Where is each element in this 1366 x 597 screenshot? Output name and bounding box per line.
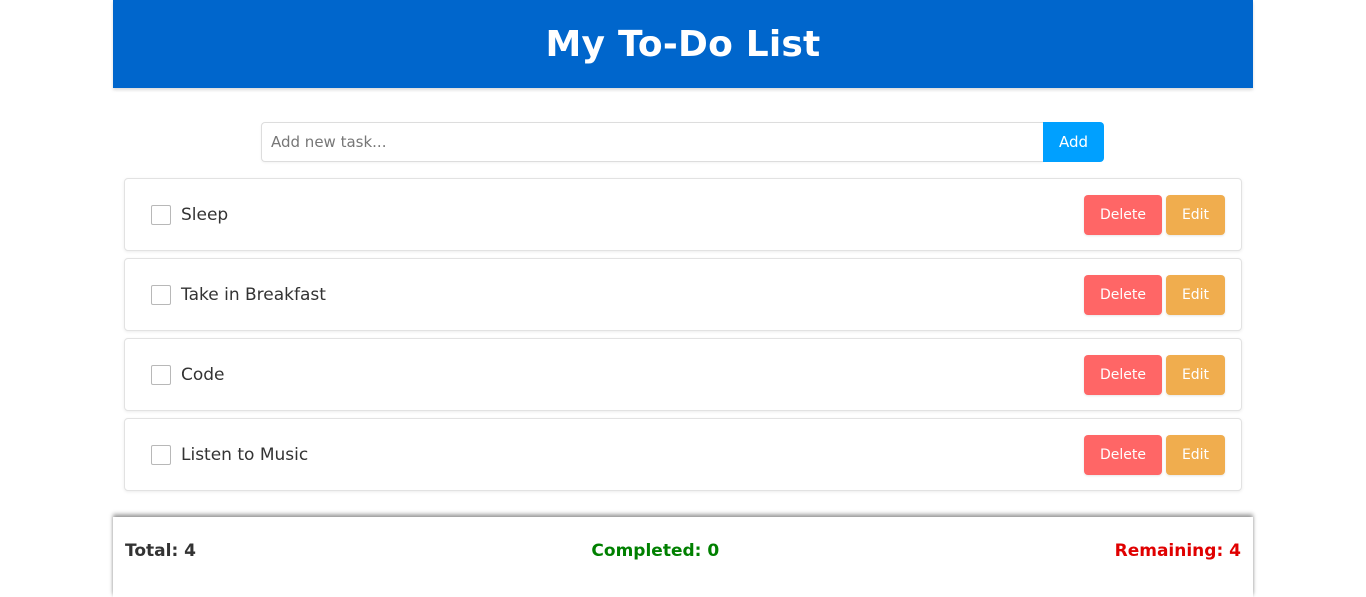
task-label: Sleep [181, 204, 229, 225]
task-list: Sleep Delete Edit Take in Breakfast Dele… [124, 178, 1242, 498]
task-label: Listen to Music [181, 444, 309, 465]
delete-task-button[interactable]: Delete [1084, 194, 1162, 235]
task-checkbox[interactable] [151, 364, 171, 385]
add-task-button[interactable]: Add [1043, 122, 1104, 162]
task-label: Take in Breakfast [181, 284, 326, 305]
task-item: Listen to Music Delete Edit [124, 418, 1242, 491]
task-checkbox[interactable] [151, 284, 171, 305]
page-title: My To-Do List [545, 23, 821, 65]
total-count: Total: 4 [125, 541, 196, 561]
task-checkbox[interactable] [151, 204, 171, 225]
edit-task-button[interactable]: Edit [1166, 354, 1225, 395]
todo-app: My To-Do List Add Sleep Delete Edit Take… [113, 0, 1253, 597]
task-label: Code [181, 364, 225, 385]
remaining-count: Remaining: 4 [1114, 541, 1241, 561]
task-checkbox[interactable] [151, 444, 171, 465]
task-item: Code Delete Edit [124, 338, 1242, 411]
completed-count: Completed: 0 [591, 541, 720, 561]
stats-footer: Total: 4 Completed: 0 Remaining: 4 [113, 517, 1253, 597]
delete-task-button[interactable]: Delete [1084, 434, 1162, 475]
add-task-form: Add [261, 122, 1104, 162]
edit-task-button[interactable]: Edit [1166, 274, 1225, 315]
app-header: My To-Do List [113, 0, 1253, 88]
new-task-input[interactable] [261, 122, 1043, 162]
task-item: Take in Breakfast Delete Edit [124, 258, 1242, 331]
edit-task-button[interactable]: Edit [1166, 194, 1225, 235]
delete-task-button[interactable]: Delete [1084, 354, 1162, 395]
edit-task-button[interactable]: Edit [1166, 434, 1225, 475]
delete-task-button[interactable]: Delete [1084, 274, 1162, 315]
task-item: Sleep Delete Edit [124, 178, 1242, 251]
